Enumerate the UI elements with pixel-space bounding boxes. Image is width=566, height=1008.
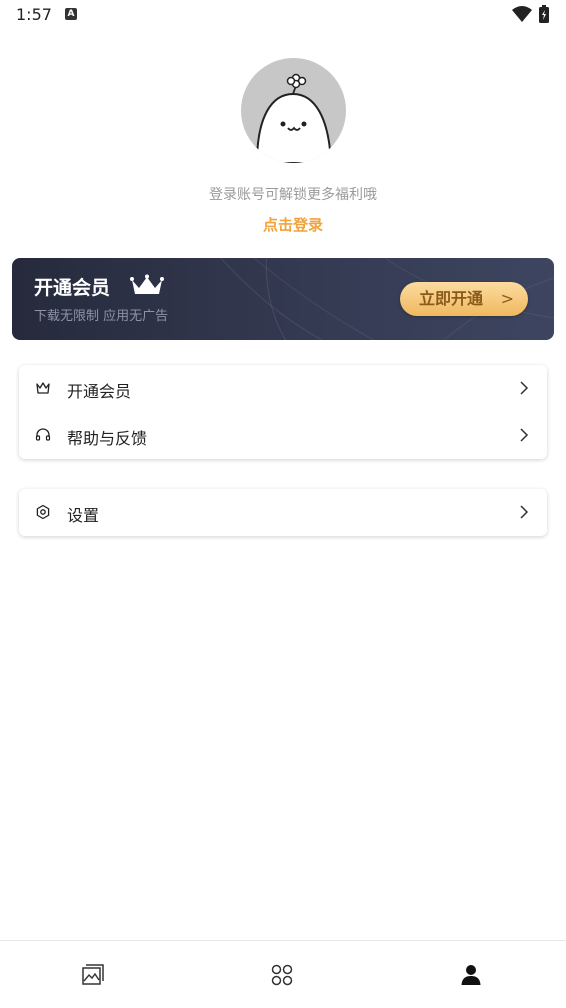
menu-item-settings[interactable]: 设置 — [19, 489, 547, 536]
gallery-icon — [82, 964, 104, 985]
settings-icon — [36, 504, 50, 520]
battery-icon — [539, 5, 549, 23]
menu-item-label: 帮助与反馈 — [67, 429, 148, 448]
open-vip-button-label: 立即开通 — [419, 289, 484, 308]
nav-apps[interactable] — [252, 941, 312, 1008]
vip-title: 开通会员 — [34, 277, 111, 299]
menu-card-settings: 设置 — [19, 489, 547, 536]
chevron-right-icon — [520, 505, 529, 519]
avatar-mascot-icon — [255, 73, 333, 163]
login-hint: 登录账号可解锁更多福利哦 — [209, 187, 377, 203]
profile-screen: 1:57 A 登录账号可解锁更多福利哦 点击登录 开通会员 下载无限制 应用无广… — [0, 0, 566, 1008]
nav-profile[interactable] — [441, 941, 501, 1008]
chevron-right-icon — [520, 428, 529, 442]
status-time: 1:57 — [16, 5, 52, 24]
login-link[interactable]: 点击登录 — [0, 214, 566, 235]
vip-subtitle: 下载无限制 应用无广告 — [34, 309, 169, 324]
avatar[interactable] — [241, 58, 346, 163]
notification-a-icon: A — [65, 8, 77, 20]
headset-icon — [35, 428, 51, 441]
bottom-nav — [0, 940, 566, 1008]
crown-outline-icon — [36, 382, 50, 394]
status-bar: 1:57 A — [0, 0, 566, 30]
nav-gallery[interactable] — [63, 941, 123, 1008]
menu-item-vip[interactable]: 开通会员 — [19, 365, 547, 412]
menu-item-help-feedback[interactable]: 帮助与反馈 — [19, 412, 547, 459]
chevron-right-icon — [520, 381, 529, 395]
menu-item-label: 设置 — [67, 506, 100, 525]
chevron-right-icon: > — [500, 289, 514, 308]
crown-icon — [130, 274, 164, 294]
vip-banner[interactable]: 开通会员 下载无限制 应用无广告 立即开通 > — [12, 258, 554, 340]
profile-icon — [461, 965, 481, 985]
menu-item-label: 开通会员 — [67, 382, 132, 401]
wifi-icon — [512, 6, 532, 22]
menu-card-primary: 开通会员 帮助与反馈 — [19, 365, 547, 459]
apps-icon — [271, 964, 293, 986]
open-vip-button[interactable]: 立即开通 > — [400, 282, 528, 316]
